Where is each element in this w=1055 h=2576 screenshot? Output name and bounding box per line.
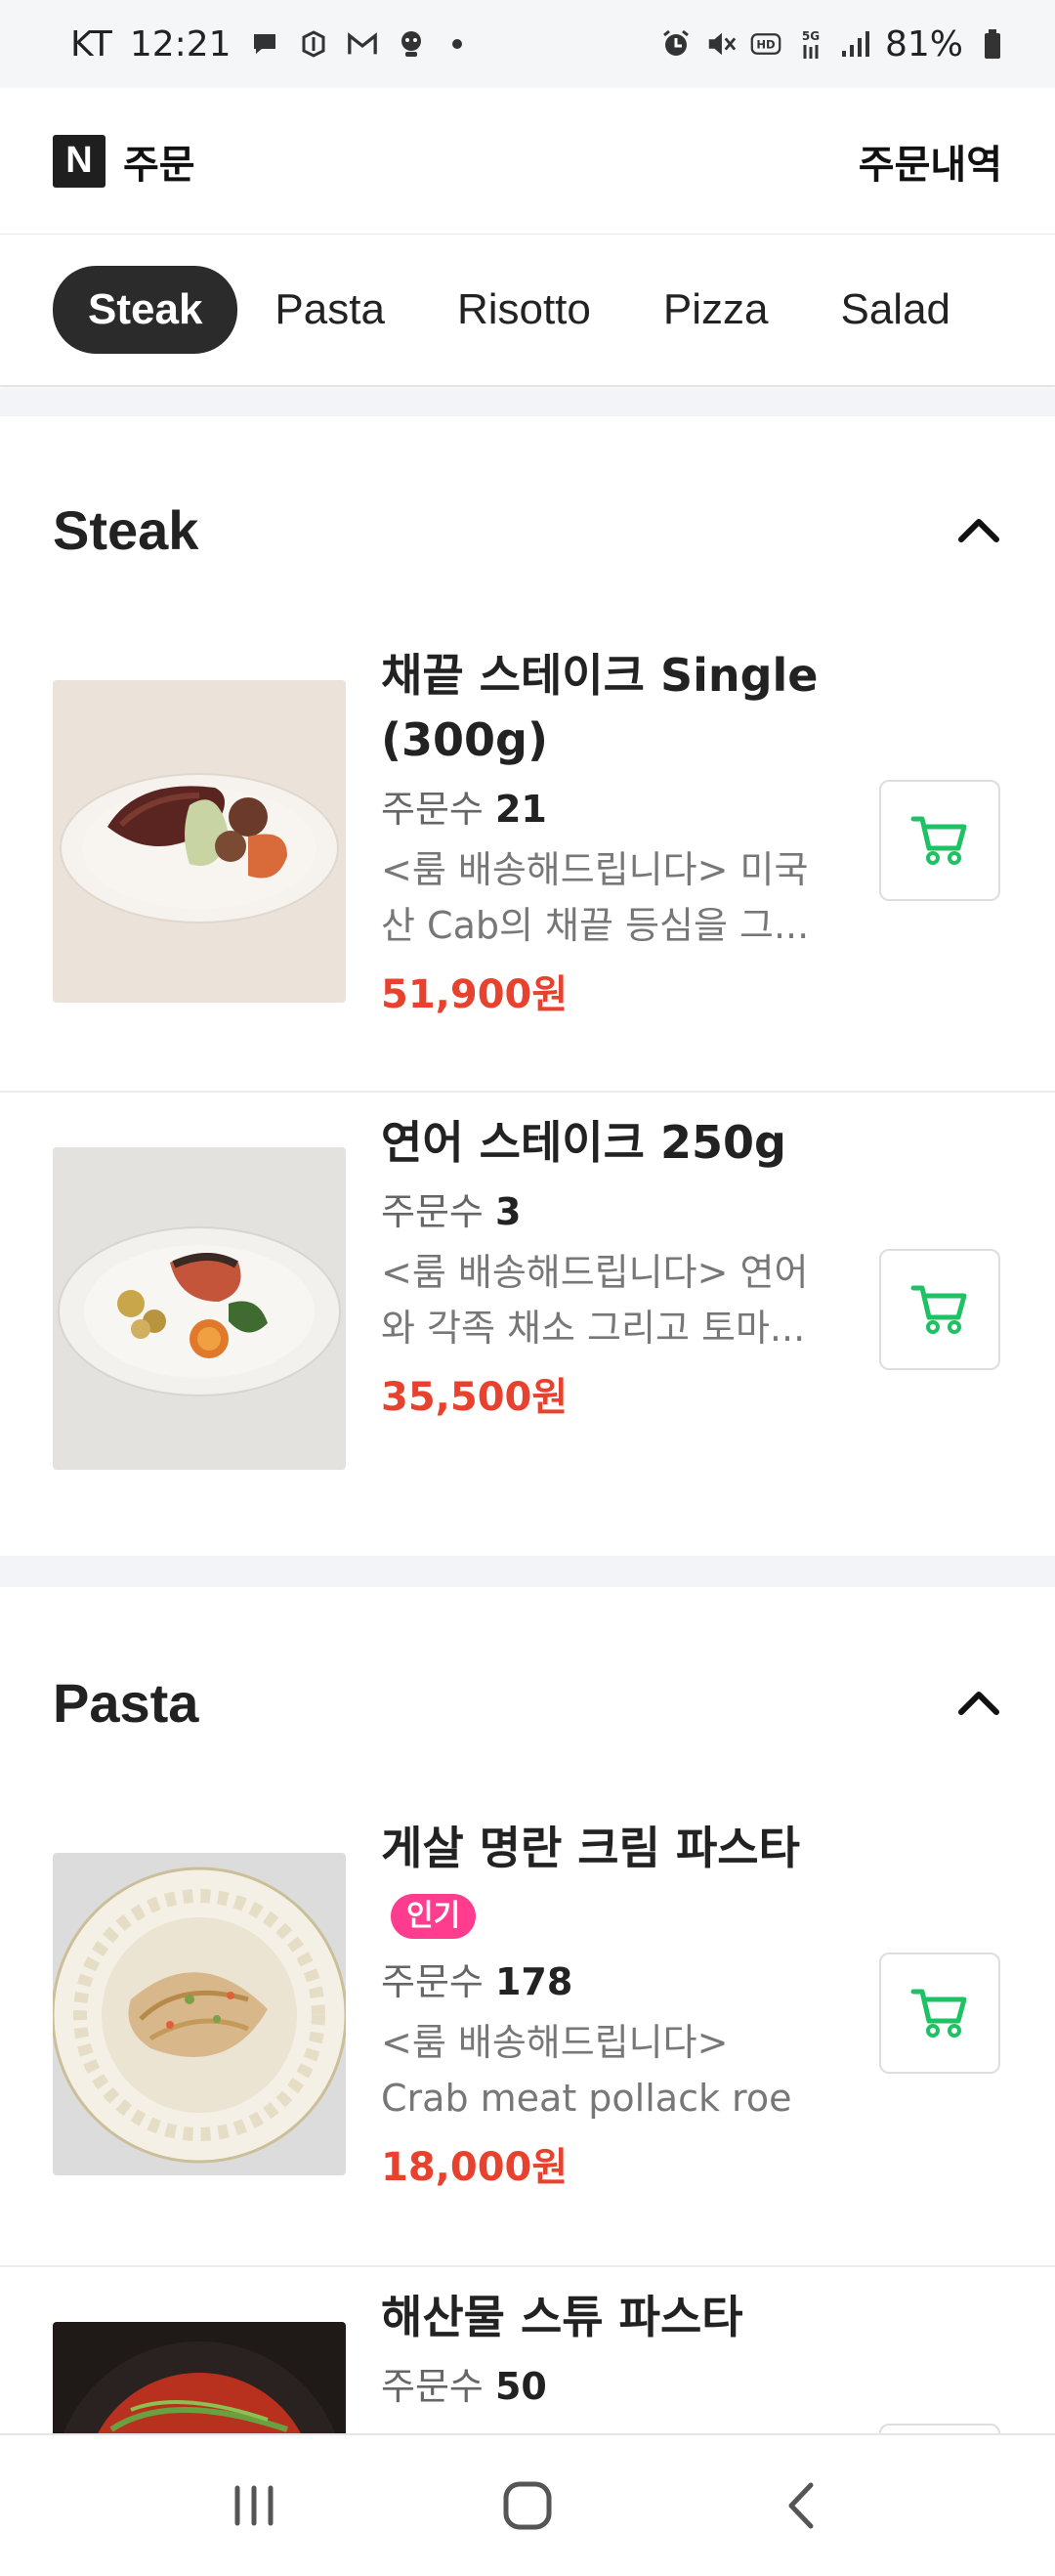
mail-icon (347, 28, 378, 60)
product-name[interactable]: 채끝 스테이크 Single (300g) (381, 643, 821, 772)
battery-icon (977, 28, 1008, 60)
add-to-cart-button[interactable] (879, 780, 1000, 901)
product-card[interactable]: 해산물 스튜 파스타 주문수 50 (0, 2267, 1055, 2433)
product-description: <룸 배송해드립니다> Crab meat pollack roe cream.… (381, 2021, 792, 2120)
section-divider (0, 389, 1055, 416)
status-right: HD 5G 81% (660, 24, 1008, 64)
page-title: 주문 (123, 142, 195, 188)
notification-dot (451, 39, 462, 49)
section-header-pasta[interactable]: Pasta (0, 1644, 1055, 1761)
carrier-label: KT (70, 23, 112, 64)
order-count: 주문수 21 (381, 782, 821, 837)
5g-icon: 5G (795, 28, 826, 60)
order-count: 주문수 3 (381, 1184, 821, 1239)
order-count-label: 주문수 (381, 1960, 484, 2003)
recent-apps-icon[interactable] (205, 2457, 303, 2555)
add-to-cart-button[interactable] (879, 2424, 1000, 2433)
product-image-seafood-pasta[interactable] (53, 2322, 346, 2433)
home-icon[interactable] (479, 2457, 576, 2555)
add-to-cart-button[interactable] (879, 1953, 1000, 2074)
shield-app-icon (298, 28, 329, 60)
order-history-link[interactable]: 주문내역 (859, 133, 1002, 190)
section-title: Steak (53, 498, 199, 561)
tab-pasta[interactable]: Pasta (239, 266, 420, 354)
status-bar: KT 12:21 HD 5G 81% (0, 0, 1055, 88)
add-to-cart-button[interactable] (879, 1249, 1000, 1370)
product-price: 18,000원 (381, 2145, 569, 2190)
product-description: <룸 배송해드립니다> 미국산 Cab의 채끝 등심을 그... (381, 848, 810, 947)
system-nav-bar (0, 2433, 1055, 2576)
tab-steak[interactable]: Steak (53, 266, 238, 354)
order-count-value: 3 (494, 1190, 522, 1233)
chevron-up-icon[interactable] (955, 506, 1002, 553)
category-tabs: Steak Pasta Risotto Pizza Salad (0, 235, 1055, 387)
signal-icon (840, 28, 871, 60)
svg-text:5G: 5G (802, 29, 820, 43)
cart-icon (910, 816, 967, 865)
order-count-label: 주문수 (381, 2365, 484, 2408)
hd-icon: HD (750, 28, 781, 60)
app-header: N 주문 주문내역 (0, 88, 1055, 235)
product-info: 채끝 스테이크 Single (300g) 주문수 21 <룸 배송해드립니다>… (381, 643, 821, 1022)
order-count-value: 50 (494, 2365, 547, 2408)
tab-pizza[interactable]: Pizza (628, 266, 804, 354)
order-count: 주문수 50 (381, 2359, 821, 2414)
product-card[interactable]: 게살 명란 크림 파스타인기 주문수 178 <룸 배송해드립니다> Crab … (0, 1798, 1055, 2267)
chevron-up-icon[interactable] (955, 1679, 1002, 1726)
chat-icon (249, 28, 280, 60)
order-count-label: 주문수 (381, 1190, 484, 1233)
product-info: 게살 명란 크림 파스타인기 주문수 178 <룸 배송해드립니다> Crab … (381, 1816, 821, 2195)
order-count-label: 주문수 (381, 788, 484, 831)
alarm-icon (660, 28, 692, 60)
product-image-steak[interactable] (53, 680, 346, 1003)
battery-percent: 81% (884, 23, 963, 64)
tab-salad[interactable]: Salad (805, 266, 986, 354)
order-count: 주문수 178 (381, 1954, 821, 2009)
clock: 12:21 (129, 23, 232, 64)
face-app-icon (396, 28, 427, 60)
section-title: Pasta (53, 1671, 199, 1734)
order-count-value: 21 (494, 788, 547, 831)
tab-risotto[interactable]: Risotto (422, 266, 626, 354)
product-info: 연어 스테이크 250g 주문수 3 <룸 배송해드립니다> 연어와 각족 채소… (381, 1110, 821, 1425)
product-card[interactable]: 연어 스테이크 250g 주문수 3 <룸 배송해드립니다> 연어와 각족 채소… (0, 1093, 1055, 1554)
product-name[interactable]: 해산물 스튜 파스타 (381, 2285, 821, 2349)
product-name-text: 게살 명란 크림 파스타 (381, 1822, 800, 1874)
product-image-cream-pasta[interactable] (53, 1853, 346, 2175)
naver-logo: N (53, 134, 106, 188)
cart-icon (910, 1989, 967, 2038)
product-image-salmon[interactable] (53, 1147, 346, 1470)
popular-badge: 인기 (391, 1893, 477, 1939)
status-left: KT 12:21 (70, 24, 462, 64)
product-card[interactable]: 채끝 스테이크 Single (300g) 주문수 21 <룸 배송해드립니다>… (0, 625, 1055, 1093)
section-divider (0, 1556, 1055, 1587)
order-count-value: 178 (494, 1960, 573, 2003)
cart-icon (910, 1285, 967, 1334)
section-header-steak[interactable]: Steak (0, 471, 1055, 588)
product-name[interactable]: 연어 스테이크 250g (381, 1110, 821, 1175)
product-price: 35,500원 (381, 1375, 569, 1420)
product-price: 51,900원 (381, 972, 569, 1017)
svg-text:HD: HD (756, 37, 775, 51)
mute-icon (705, 28, 737, 60)
back-icon[interactable] (752, 2457, 850, 2555)
product-info: 해산물 스튜 파스타 주문수 50 (381, 2285, 821, 2414)
product-description: <룸 배송해드립니다> 연어와 각족 채소 그리고 토마... (381, 1251, 809, 1350)
product-name[interactable]: 게살 명란 크림 파스타인기 (381, 1816, 821, 1945)
